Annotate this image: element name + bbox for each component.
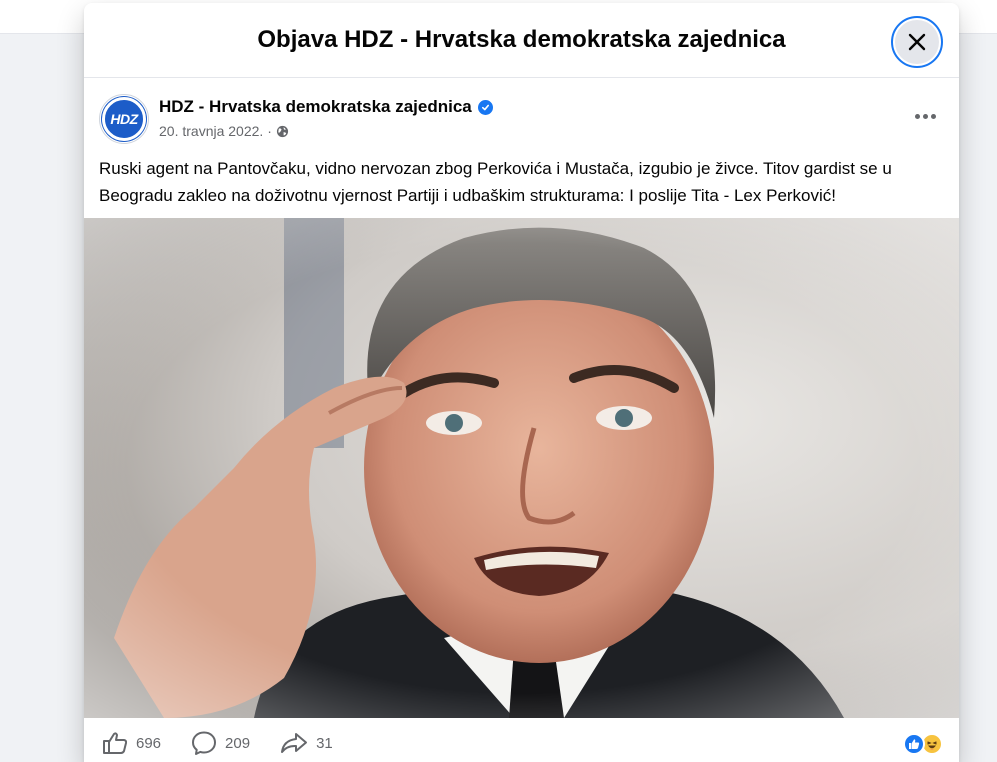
modal-header: Objava HDZ - Hrvatska demokratska zajedn… xyxy=(84,3,959,78)
close-icon xyxy=(908,33,926,51)
like-action[interactable]: 696 xyxy=(102,731,161,755)
avatar[interactable]: HDZ xyxy=(99,94,149,144)
reaction-summary[interactable] xyxy=(903,733,943,755)
share-count: 31 xyxy=(316,734,333,752)
post-footer: 696 209 31 xyxy=(84,721,959,762)
close-button[interactable] xyxy=(891,16,943,68)
photo-illustration xyxy=(84,218,959,718)
share-icon xyxy=(281,733,308,753)
comment-action[interactable]: 209 xyxy=(191,730,250,756)
comment-icon xyxy=(192,731,217,755)
like-reaction-icon xyxy=(903,733,925,755)
modal-title: Objava HDZ - Hrvatska demokratska zajedn… xyxy=(257,26,786,53)
more-options-button[interactable] xyxy=(907,103,943,129)
post-modal: Objava HDZ - Hrvatska demokratska zajedn… xyxy=(84,3,959,762)
post-header: HDZ HDZ - Hrvatska demokratska zajednica… xyxy=(84,78,959,144)
verified-badge-icon xyxy=(477,99,493,115)
avatar-logo: HDZ xyxy=(102,97,146,141)
share-action[interactable]: 31 xyxy=(280,731,333,755)
author-name[interactable]: HDZ - Hrvatska demokratska zajednica xyxy=(159,97,472,117)
like-icon xyxy=(103,732,128,754)
meta-separator: · xyxy=(267,123,272,139)
post-photo[interactable] xyxy=(84,218,959,718)
like-count: 696 xyxy=(136,734,162,752)
post-date[interactable]: 20. travnja 2022. xyxy=(159,123,263,139)
post-text: Ruski agent na Pantovčaku, vidno nervoza… xyxy=(99,159,892,205)
comment-count: 209 xyxy=(225,734,251,752)
author-block: HDZ - Hrvatska demokratska zajednica xyxy=(159,97,493,117)
globe-icon xyxy=(276,125,289,137)
post-meta: 20. travnja 2022. · xyxy=(159,123,289,139)
